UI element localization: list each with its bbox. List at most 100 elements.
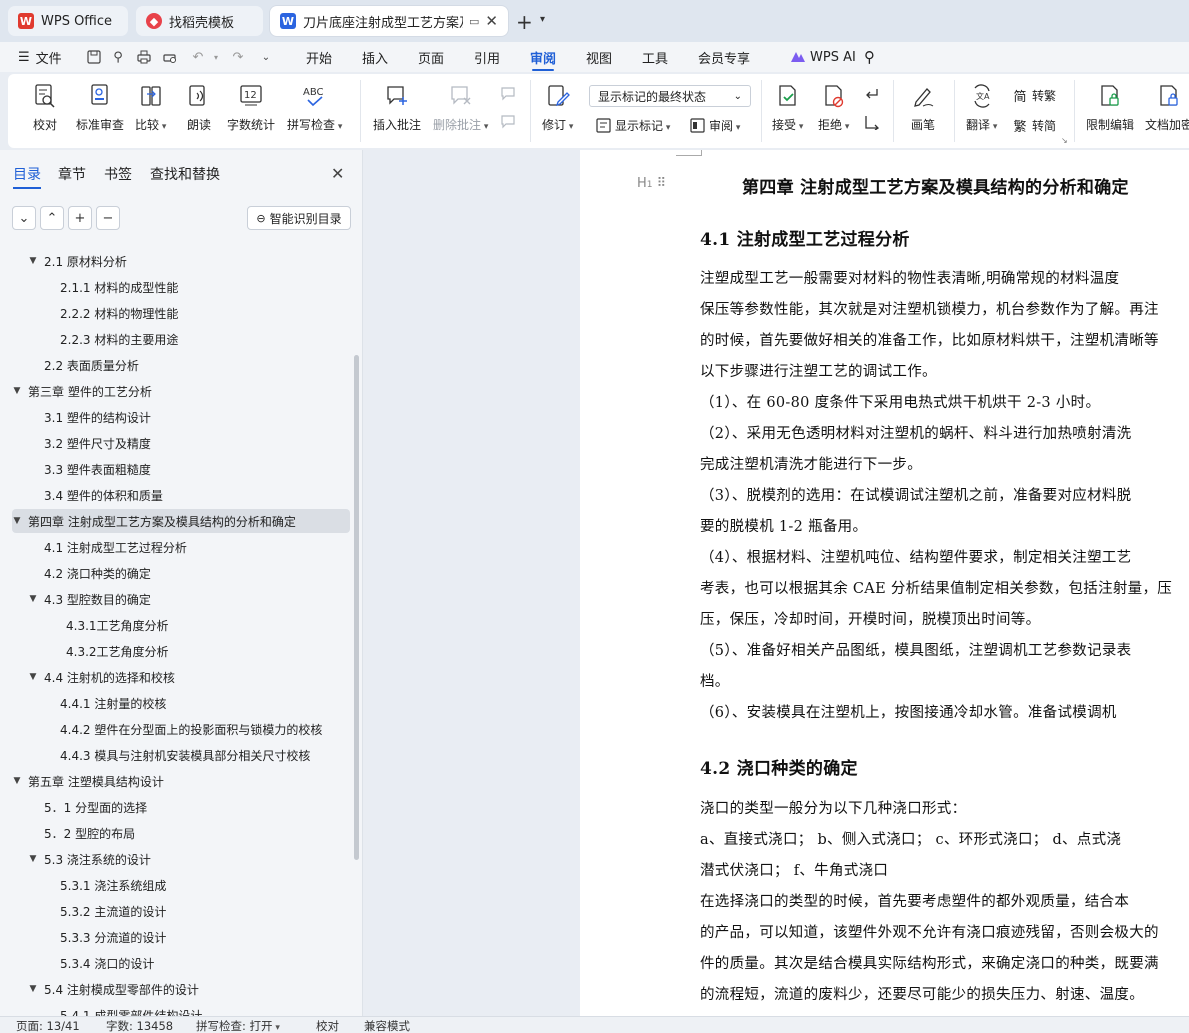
menu-reference[interactable]: 引用	[474, 42, 500, 72]
print-preview-icon[interactable]	[160, 47, 180, 67]
toc-item[interactable]: 4.3.1工艺角度分析	[12, 613, 350, 637]
revise-button[interactable]: 修订	[542, 82, 573, 133]
translate-button[interactable]: 文A 翻译	[966, 82, 997, 133]
print-icon[interactable]	[134, 47, 154, 67]
collapse-arrow-icon[interactable]: ▼	[12, 516, 22, 526]
collapse-arrow-icon[interactable]: ▼	[28, 594, 38, 604]
toc-scrollbar[interactable]	[354, 355, 359, 860]
toc-item[interactable]: 4.4.1 注射量的校核	[12, 691, 350, 715]
review-pane-button[interactable]: 审阅	[689, 117, 740, 134]
collapse-arrow-icon[interactable]: ▼	[12, 776, 22, 786]
menu-member[interactable]: 会员专享	[698, 42, 750, 72]
toc-item[interactable]: ▼ 5.4 注射模成型零部件的设计	[12, 977, 350, 1001]
menu-review[interactable]: 审阅	[530, 42, 556, 72]
document-page[interactable]: H1 ⠿ 第四章 注射成型工艺方案及模具结构的分析和确定 4.1 注射成型工艺过…	[580, 150, 1189, 1016]
tab-docer-templates[interactable]: ◆ 找稻壳模板	[136, 6, 263, 36]
toc-item[interactable]: 2.2.2 材料的物理性能	[12, 301, 350, 325]
previous-comment-icon[interactable]	[500, 86, 518, 102]
next-change-icon[interactable]	[863, 114, 881, 130]
menu-view[interactable]: 视图	[586, 42, 612, 72]
toc-item[interactable]: ▼ 第五章 注塑模具结构设计	[12, 769, 350, 793]
menu-start[interactable]: 开始	[306, 42, 332, 72]
document-encrypt-button[interactable]: 文档加密	[1145, 82, 1189, 133]
wps-ai-button[interactable]: WPS AI	[790, 42, 856, 72]
nav-tab-sections[interactable]: 章节	[58, 164, 86, 184]
undo-icon[interactable]: ↶	[188, 47, 208, 67]
standard-review-button[interactable]: 标准审查	[76, 82, 124, 133]
collapse-all-button[interactable]: ⌃	[40, 206, 64, 230]
toc-item[interactable]: 3.2 塑件尺寸及精度	[12, 431, 350, 455]
toc-item[interactable]: 4.3.2工艺角度分析	[12, 639, 350, 663]
menu-page[interactable]: 页面	[418, 42, 444, 72]
toc-item[interactable]: 2.2.3 材料的主要用途	[12, 327, 350, 351]
toc-item[interactable]: ▼ 4.4 注射机的选择和校核	[12, 665, 350, 689]
close-pane-icon[interactable]: ✕	[331, 164, 344, 183]
nav-tab-toc[interactable]: 目录	[13, 164, 41, 189]
toc-item[interactable]: ▼ 4.3 型腔数目的确定	[12, 587, 350, 611]
nav-tab-find-replace[interactable]: 查找和替换	[150, 164, 220, 184]
restrict-edit-button[interactable]: 限制编辑	[1086, 82, 1134, 133]
show-markup-button[interactable]: 显示标记	[595, 117, 670, 134]
toc-item[interactable]: 5．1 分型面的选择	[12, 795, 350, 819]
collapse-arrow-icon[interactable]: ▼	[28, 854, 38, 864]
collapse-arrow-icon[interactable]: ▼	[12, 386, 22, 396]
file-menu-button[interactable]: ☰ 文件	[18, 42, 62, 72]
accept-button[interactable]: 接受	[772, 82, 803, 133]
toc-item[interactable]: 4.1 注射成型工艺过程分析	[12, 535, 350, 559]
add-heading-button[interactable]: +	[68, 206, 92, 230]
tab-current-document[interactable]: W 刀片底座注射成型工艺方案及模具结构的分析和确定 ▭ ✕	[270, 6, 508, 36]
toc-item[interactable]: 4.2 浇口种类的确定	[12, 561, 350, 585]
quick-access-chevron-icon[interactable]: ⌄	[256, 47, 276, 67]
insert-comment-button[interactable]: 插入批注	[373, 82, 421, 133]
redo-icon[interactable]: ↷	[228, 47, 248, 67]
tab-list-chevron-icon[interactable]: ▾	[540, 14, 545, 25]
group-expand-icon[interactable]: ↘	[1061, 136, 1068, 145]
spell-check-status[interactable]: 拼写检查: 打开	[196, 1018, 280, 1033]
reject-button[interactable]: 拒绝	[818, 82, 849, 133]
toc-item[interactable]: ▼ 第四章 注射成型工艺方案及模具结构的分析和确定	[12, 509, 350, 533]
markup-state-select[interactable]: 显示标记的最终状态 ⌄	[589, 85, 751, 107]
menu-tools[interactable]: 工具	[642, 42, 668, 72]
delete-comment-button[interactable]: 删除批注	[433, 82, 488, 133]
undo-chevron-icon[interactable]: ▾	[206, 47, 226, 67]
toc-item[interactable]: ▼ 第三章 塑件的工艺分析	[12, 379, 350, 403]
toc-item[interactable]: 5．2 型腔的布局	[12, 821, 350, 845]
toc-item[interactable]: 5.3.4 浇口的设计	[12, 951, 350, 975]
toc-item[interactable]: 5.3.1 浇注系统组成	[12, 873, 350, 897]
proofread-status[interactable]: 校对	[316, 1018, 339, 1033]
toc-item[interactable]: ▼ 2.1 原材料分析	[12, 249, 350, 273]
smart-toc-button[interactable]: ⊖ 智能识别目录	[247, 206, 351, 230]
previous-change-icon[interactable]	[863, 86, 881, 102]
to-traditional-button[interactable]: 简 转繁	[1012, 87, 1056, 105]
search-icon[interactable]: ⚲	[864, 42, 875, 72]
pen-button[interactable]: 画笔	[910, 82, 936, 133]
word-count[interactable]: 字数: 13458	[106, 1018, 173, 1033]
toc-item[interactable]: 5.3.2 主流道的设计	[12, 899, 350, 923]
tab-wps-office[interactable]: W WPS Office	[8, 6, 128, 36]
word-count-button[interactable]: 12 字数统计	[227, 82, 275, 133]
expand-all-button[interactable]: ⌄	[12, 206, 36, 230]
toc-item[interactable]: ▼ 5.3 浇注系统的设计	[12, 847, 350, 871]
toc-item[interactable]: 4.4.3 模具与注射机安装模具部分相关尺寸校核	[12, 743, 350, 767]
new-tab-icon[interactable]: +	[516, 10, 533, 34]
remove-heading-button[interactable]: −	[96, 206, 120, 230]
toc-item[interactable]: 3.3 塑件表面粗糙度	[12, 457, 350, 481]
spell-check-button[interactable]: ABC 拼写检查	[287, 82, 342, 133]
collapse-arrow-icon[interactable]: ▼	[28, 256, 38, 266]
toc-item[interactable]: 2.1.1 材料的成型性能	[12, 275, 350, 299]
nav-tab-bookmarks[interactable]: 书签	[104, 164, 132, 184]
monitor-icon[interactable]: ▭	[469, 15, 479, 28]
share-icon[interactable]: ⚲	[108, 47, 128, 67]
toc-item[interactable]: 3.1 塑件的结构设计	[12, 405, 350, 429]
collapse-arrow-icon[interactable]: ▼	[28, 672, 38, 682]
close-tab-icon[interactable]: ✕	[485, 12, 498, 30]
read-aloud-button[interactable]: 朗读	[186, 82, 212, 133]
toc-item[interactable]: 2.2 表面质量分析	[12, 353, 350, 377]
menu-insert[interactable]: 插入	[362, 42, 388, 72]
to-simplified-button[interactable]: 繁 转简	[1012, 117, 1056, 135]
heading-marker-icon[interactable]: H1 ⠿	[637, 176, 666, 191]
page-count[interactable]: 页面: 13/41	[16, 1018, 80, 1033]
toc-item[interactable]: 3.4 塑件的体积和质量	[12, 483, 350, 507]
toc-item[interactable]: 4.4.2 塑件在分型面上的投影面积与锁模力的校核	[12, 717, 350, 741]
collapse-arrow-icon[interactable]: ▼	[28, 984, 38, 994]
